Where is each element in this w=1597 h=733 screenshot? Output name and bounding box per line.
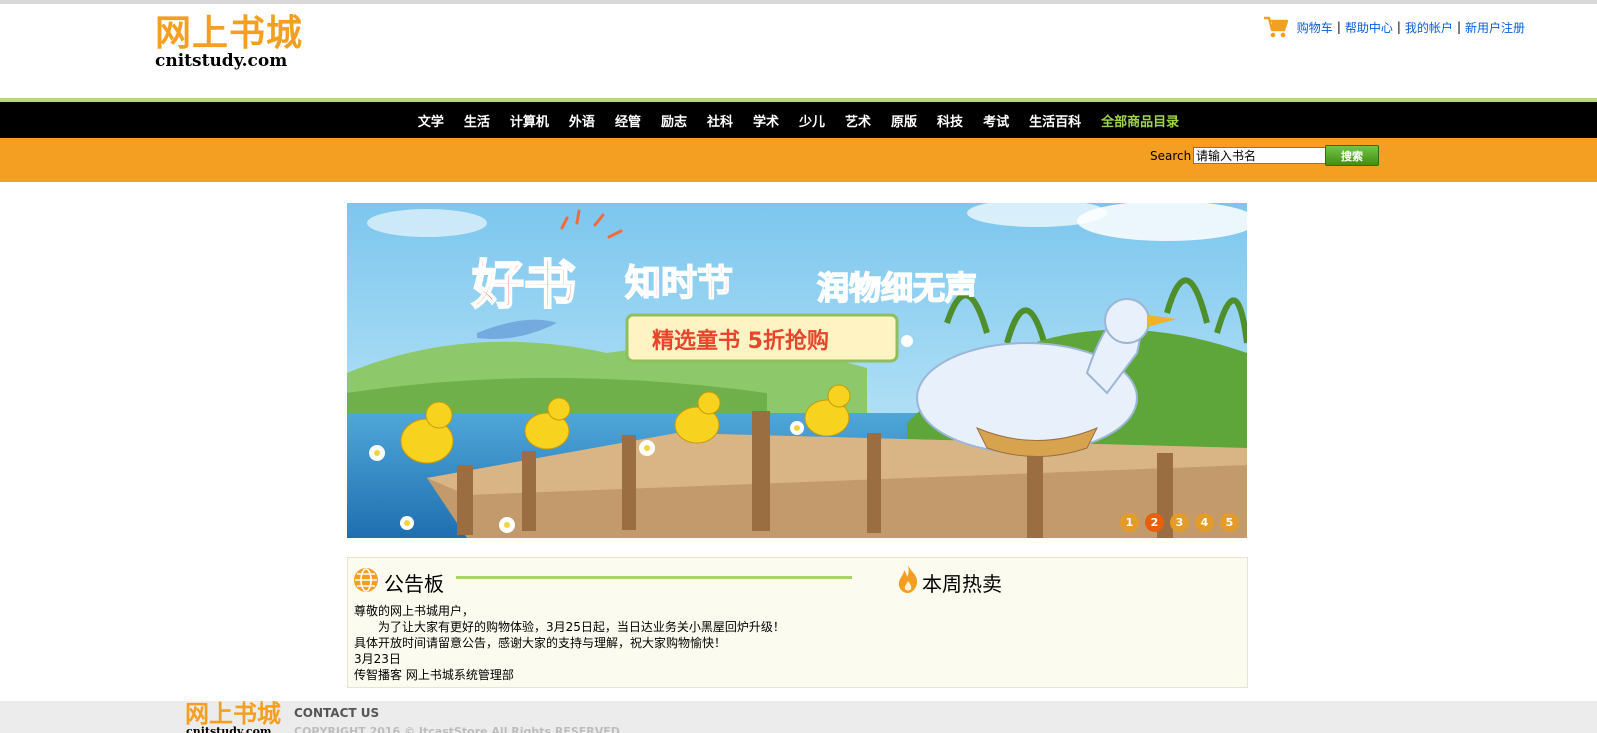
search-button[interactable]: 搜索 (1325, 145, 1379, 166)
shopping-cart-icon[interactable] (1263, 14, 1289, 40)
nav-item-computer[interactable]: 计算机 (510, 111, 549, 130)
carousel-dot-4[interactable]: 4 (1195, 513, 1214, 532)
carousel-dot-3[interactable]: 3 (1170, 513, 1189, 532)
notice-title: 公告板 (384, 572, 444, 596)
nav-item-all-catalog[interactable]: 全部商品目录 (1101, 111, 1179, 130)
search-input[interactable] (1193, 147, 1327, 164)
link-separator: | (1456, 20, 1461, 34)
nav-item-life-encyclopedia[interactable]: 生活百科 (1029, 111, 1081, 130)
nav-item-exam[interactable]: 考试 (983, 111, 1009, 130)
notice-signature: 传智播客 网上书城系统管理部 (354, 668, 514, 682)
cart-link[interactable]: 购物车 (1297, 19, 1333, 36)
help-center-link[interactable]: 帮助中心 (1345, 19, 1393, 36)
my-account-link[interactable]: 我的帐户 (1405, 19, 1453, 36)
notice-divider (456, 576, 852, 579)
carousel-dot-1[interactable]: 1 (1120, 513, 1139, 532)
nav-item-literature[interactable]: 文学 (418, 111, 444, 130)
copyright-text: COPYRIGHT 2016 © ItcastStore All Rights … (294, 725, 620, 733)
banner-headline-1: 好书 (471, 256, 576, 316)
notice-line: 具体开放时间请留意公告，感谢大家的支持与理解，祝大家购物愉快！ (354, 636, 727, 650)
nav-item-social-science[interactable]: 社科 (707, 111, 733, 130)
hot-sales-title: 本周热卖 (922, 572, 1002, 596)
nav-item-inspiration[interactable]: 励志 (661, 111, 687, 130)
notice-panel: 公告板 本周热卖 尊敬的网上书城用户， 为了让大家有更好的购物体验，3月25日起… (347, 557, 1248, 688)
category-nav: 文学 生活 计算机 外语 经管 励志 社科 学术 少儿 艺术 原版 科技 考试 … (0, 102, 1597, 138)
site-logo[interactable]: 网上书城 cnitstudy.com (155, 12, 315, 70)
flame-icon (898, 565, 918, 593)
notice-line: 为了让大家有更好的购物体验，3月25日起，当日达业务关小黑屋回炉升级！ (378, 620, 785, 634)
promo-banner[interactable]: 好书 知时节 润物细无声 精选童书 5折抢购 1 2 3 4 5 (347, 203, 1247, 538)
banner-headline-3: 润物细无声 (817, 269, 977, 307)
notice-content: 尊敬的网上书城用户， 为了让大家有更好的购物体验，3月25日起，当日达业务关小黑… (354, 603, 785, 683)
nav-item-foreign-language[interactable]: 外语 (569, 111, 595, 130)
banner-subtitle: 精选童书 5折抢购 (652, 328, 829, 354)
user-links: 购物车 | 帮助中心 | 我的帐户 | 新用户注册 (1263, 12, 1525, 42)
category-nav-list: 文学 生活 计算机 外语 经管 励志 社科 学术 少儿 艺术 原版 科技 考试 … (0, 102, 1597, 138)
top-border (0, 0, 1597, 4)
footer: 网上书城 cnitstudy.com CONTACT US COPYRIGHT … (0, 701, 1597, 733)
nav-item-art[interactable]: 艺术 (845, 111, 871, 130)
banner-illustration: 好书 知时节 润物细无声 精选童书 5折抢购 (347, 203, 1247, 538)
link-separator: | (1396, 20, 1401, 34)
nav-item-technology[interactable]: 科技 (937, 111, 963, 130)
search-bar: Search 搜索 (0, 138, 1597, 182)
footer-logo-en: cnitstudy.com (186, 725, 272, 733)
banner-headline-2: 知时节 (625, 263, 733, 304)
carousel-dot-2[interactable]: 2 (1145, 513, 1164, 532)
carousel-dots: 1 2 3 4 5 (1114, 513, 1239, 532)
nav-item-academic[interactable]: 学术 (753, 111, 779, 130)
link-separator: | (1336, 20, 1341, 34)
nav-item-life[interactable]: 生活 (464, 111, 490, 130)
nav-item-original[interactable]: 原版 (891, 111, 917, 130)
globe-icon (354, 568, 378, 592)
nav-item-children[interactable]: 少儿 (799, 111, 825, 130)
search-label: Search (1150, 149, 1192, 163)
nav-item-business[interactable]: 经管 (615, 111, 641, 130)
notice-greeting: 尊敬的网上书城用户， (354, 604, 475, 618)
register-link[interactable]: 新用户注册 (1465, 19, 1525, 36)
logo-text-cn: 网上书城 (155, 12, 304, 54)
logo-text-en: cnitstudy.com (155, 51, 288, 71)
carousel-dot-5[interactable]: 5 (1220, 513, 1239, 532)
notice-date: 3月23日 (354, 652, 401, 666)
contact-us-link[interactable]: CONTACT US (294, 706, 379, 720)
